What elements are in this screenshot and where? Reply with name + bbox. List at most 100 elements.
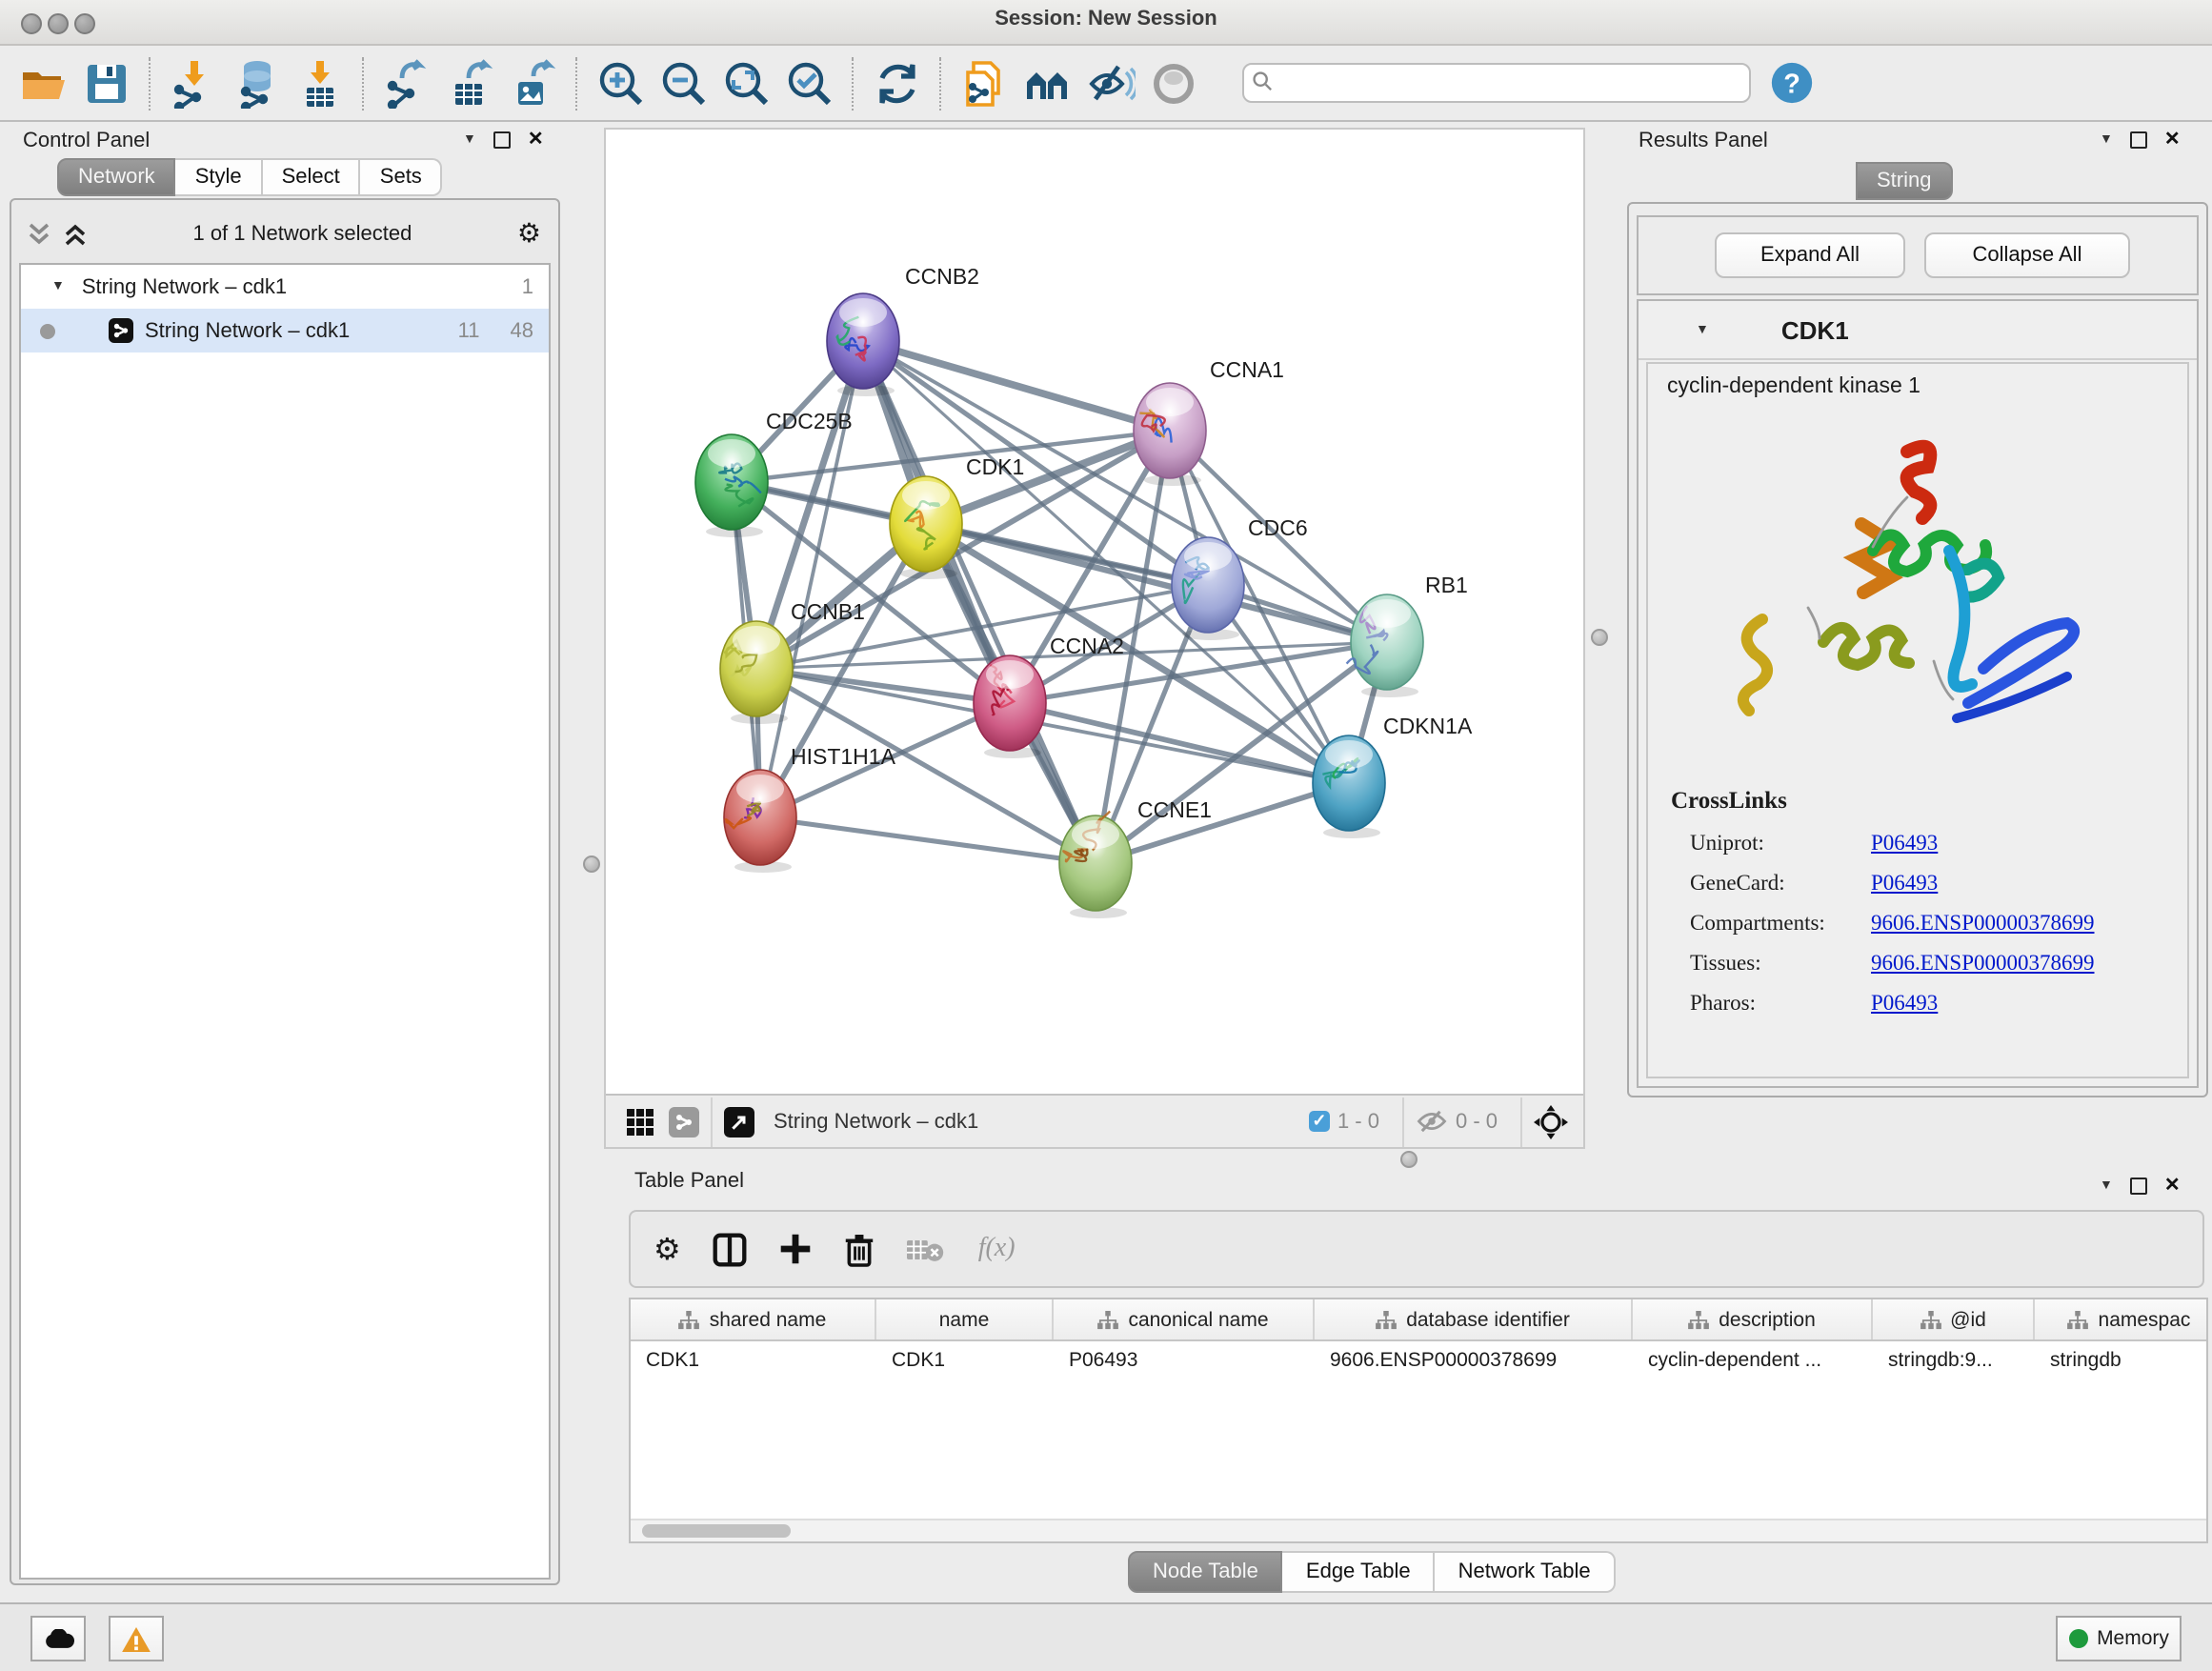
svg-text:?: ? [1783,70,1800,100]
node-label-HIST1H1A: HIST1H1A [791,744,896,769]
network-row[interactable]: String Network – cdk1 11 48 [21,309,549,352]
column-header-database-identifier[interactable]: database identifier [1315,1299,1633,1339]
splitter-handle-right[interactable] [1591,629,1608,646]
collapse-all-icon[interactable] [27,221,51,248]
network-canvas[interactable]: CCNB2CCNA1CDC25BCDK1CDC6RB1CCNB1CCNA2CDK… [604,128,1585,1149]
hide-selected-icon[interactable] [1084,57,1136,109]
maximize-panel-icon[interactable] [2130,131,2147,149]
open-session-icon[interactable] [17,57,69,109]
tab-select[interactable]: Select [263,158,361,196]
horizontal-scrollbar[interactable] [631,1519,2206,1541]
crosslink-row: GeneCard:P06493 [1671,873,2172,896]
network-edge-CCNB2-CCNA1[interactable] [863,341,1170,431]
cloud-button[interactable] [30,1616,86,1661]
column-label: name [939,1308,990,1331]
expand-all-button[interactable]: Expand All [1715,232,1905,278]
zoom-selected-icon[interactable] [783,57,835,109]
close-panel-icon[interactable]: ✕ [2164,1176,2181,1197]
network-node-CDC6[interactable]: CDC6 [1172,515,1308,640]
column-header-namespac[interactable]: namespac [2035,1299,2208,1339]
zoom-out-icon[interactable] [657,57,709,109]
column-header-description[interactable]: description [1633,1299,1873,1339]
tab-string[interactable]: String [1856,162,1953,200]
tab-node-table[interactable]: Node Table [1128,1551,1283,1593]
export-network-icon[interactable] [381,57,432,109]
network-edge-HIST1H1A-CCNE1[interactable] [760,817,1096,863]
tab-sets[interactable]: Sets [361,158,443,196]
search-input[interactable] [1242,63,1751,103]
float-panel-icon[interactable]: ▼ [2100,1179,2113,1193]
warnings-button[interactable] [109,1616,164,1661]
network-type-icon [669,1106,699,1137]
export-table-icon[interactable] [444,57,495,109]
column-header-shared-name[interactable]: shared name [631,1299,876,1339]
zoom-fit-icon[interactable] [720,57,772,109]
table-options-gear-icon[interactable]: ⚙ [654,1231,681,1267]
column-header-name[interactable]: name [876,1299,1054,1339]
selected-checkbox-icon[interactable]: ✓ [1309,1111,1330,1132]
fit-content-crosshair-icon[interactable] [1534,1104,1568,1138]
network-options-gear-icon[interactable]: ⚙ [517,219,541,250]
crosslink-link[interactable]: P06493 [1871,993,1938,1016]
scrollbar-thumb[interactable] [642,1524,791,1538]
network-node-CCNE1[interactable]: CCNE1 [1059,797,1212,918]
import-network-database-icon[interactable] [231,57,282,109]
tab-style[interactable]: Style [176,158,263,196]
delete-column-icon[interactable] [845,1232,875,1266]
crosslink-label: GeneCard: [1690,873,1871,896]
table-cell[interactable]: CDK1 [876,1341,1054,1381]
table-cell[interactable]: CDK1 [631,1341,876,1381]
add-column-icon[interactable] [780,1233,813,1265]
gene-section-header[interactable]: ▼ CDK1 [1639,301,2197,360]
collapse-all-button[interactable]: Collapse All [1924,232,2130,278]
crosslink-link[interactable]: P06493 [1871,833,1938,856]
table-row[interactable]: CDK1CDK1P064939606.ENSP00000378699cyclin… [631,1341,2206,1381]
table-cell[interactable]: stringdb:9... [1873,1341,2035,1381]
expand-all-icon[interactable] [63,221,88,248]
float-panel-icon[interactable]: ▼ [2100,133,2113,147]
splitter-handle-left[interactable] [583,856,600,873]
gene-expand-icon[interactable]: ▼ [1696,323,1709,336]
crosslink-link[interactable]: 9606.ENSP00000378699 [1871,953,2095,976]
export-image-icon[interactable] [507,57,558,109]
table-cell[interactable]: stringdb [2035,1341,2208,1381]
crosslink-link[interactable]: 9606.ENSP00000378699 [1871,913,2095,936]
close-panel-icon[interactable]: ✕ [2164,130,2181,151]
help-icon[interactable]: ? [1766,57,1818,109]
table-cell[interactable]: P06493 [1054,1341,1315,1381]
control-panel-tabs: NetworkStyleSelectSets [57,158,443,196]
network-node-CDKN1A[interactable]: CDKN1A [1313,714,1473,838]
close-panel-icon[interactable]: ✕ [528,130,544,151]
import-table-file-icon[interactable] [293,57,345,109]
tab-network[interactable]: Network [57,158,176,196]
refresh-icon[interactable] [871,57,922,109]
table-cell[interactable]: 9606.ENSP00000378699 [1315,1341,1633,1381]
network-node-RB1[interactable]: RB1 [1347,573,1468,697]
title-bar: Session: New Session [0,0,2212,46]
column-header-@id[interactable]: @id [1873,1299,2035,1339]
collection-expand-icon[interactable]: ▼ [51,280,65,293]
zoom-in-icon[interactable] [594,57,646,109]
crosslink-label: Compartments: [1690,913,1871,936]
float-panel-icon[interactable]: ▼ [463,133,476,147]
network-node-HIST1H1A[interactable]: HIST1H1A [724,744,896,873]
tab-edge-table[interactable]: Edge Table [1283,1551,1436,1593]
search-box [1242,63,1751,103]
show-all-networks-icon[interactable] [1021,57,1073,109]
crosslink-link[interactable]: P06493 [1871,873,1938,896]
import-network-file-icon[interactable] [168,57,219,109]
save-session-icon[interactable] [80,57,131,109]
birdseye-grid-icon[interactable] [625,1106,655,1137]
network-edge-CDKN1A-CCNE1[interactable] [1096,783,1349,863]
network-collection-row[interactable]: ▼ String Network – cdk1 1 [21,265,549,309]
column-header-canonical-name[interactable]: canonical name [1054,1299,1315,1339]
open-in-window-icon[interactable] [724,1106,754,1137]
duplicate-network-icon[interactable] [958,57,1010,109]
splitter-handle-bottom[interactable] [1400,1151,1418,1168]
table-cell[interactable]: cyclin-dependent ... [1633,1341,1873,1381]
maximize-panel-icon[interactable] [2130,1178,2147,1195]
maximize-panel-icon[interactable] [493,131,511,149]
memory-button[interactable]: Memory [2056,1616,2182,1661]
show-columns-icon[interactable] [714,1232,748,1266]
tab-network-table[interactable]: Network Table [1436,1551,1616,1593]
